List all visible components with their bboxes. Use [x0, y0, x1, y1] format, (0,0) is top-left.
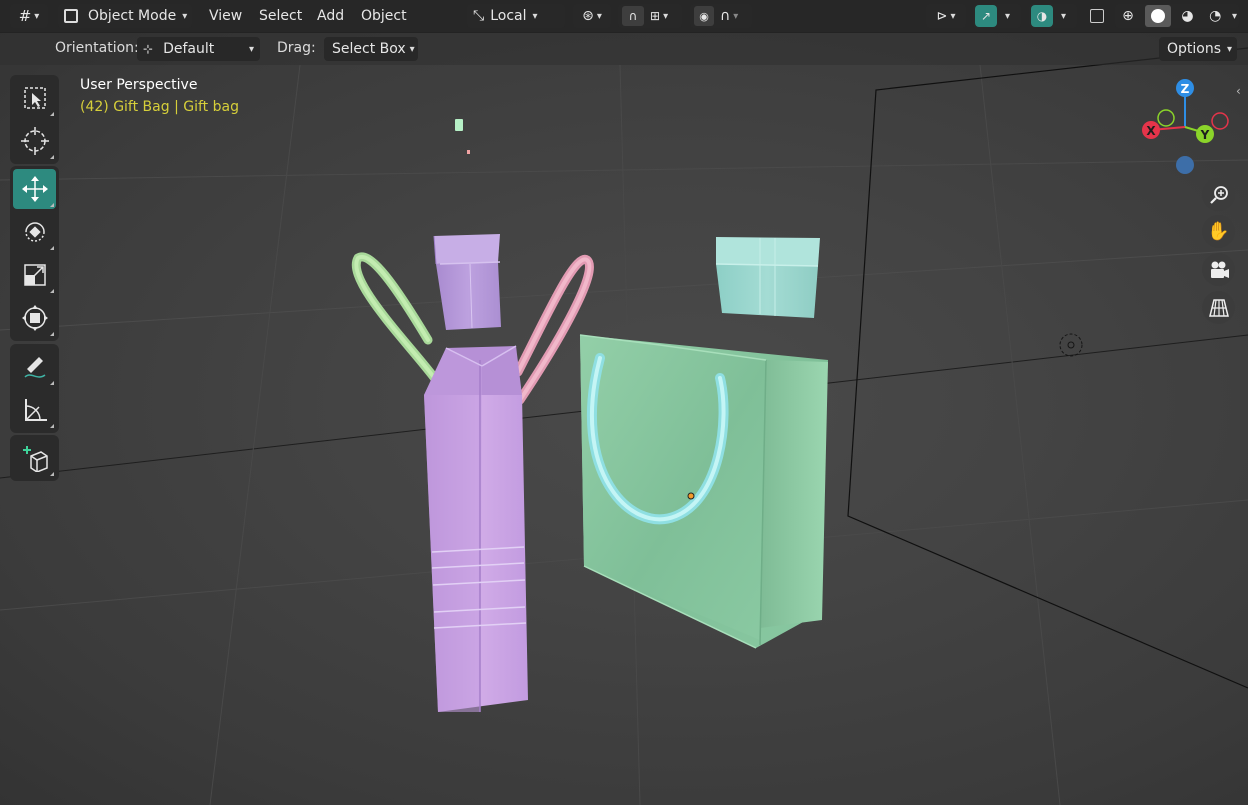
- object-origin: [687, 492, 695, 500]
- add-cube-icon: [22, 446, 48, 472]
- tool-scale[interactable]: [13, 255, 56, 295]
- neg-z-axis-icon[interactable]: [1176, 156, 1194, 174]
- local-axes-icon: ⤡: [473, 8, 485, 24]
- mode-selector[interactable]: Object Mode ▾: [58, 4, 192, 28]
- x-axis-label: X: [1146, 124, 1156, 138]
- wireframe-shading-icon[interactable]: ⊕: [1117, 6, 1139, 26]
- drag-label: Drag:: [277, 40, 316, 56]
- xray-icon[interactable]: [1085, 4, 1109, 28]
- pan-hand-icon: ✋: [1207, 221, 1230, 242]
- options-dropdown[interactable]: Options ▾: [1159, 37, 1237, 61]
- tool-transform[interactable]: [13, 298, 56, 338]
- transform-icon: [21, 305, 48, 331]
- view-name: User Perspective: [80, 77, 198, 93]
- menu-select[interactable]: Select: [253, 4, 308, 28]
- overlays-group[interactable]: ◑ ▾: [1029, 4, 1077, 28]
- toolbar-group-annotate: [10, 344, 59, 433]
- select-box-icon: [23, 87, 46, 109]
- tool-annotate[interactable]: [13, 347, 56, 387]
- snap-increment-icon[interactable]: ⊞: [650, 9, 660, 23]
- ortho-toggle-button[interactable]: [1202, 291, 1235, 324]
- rotate-icon: [24, 222, 45, 242]
- pan-button[interactable]: ✋: [1202, 215, 1235, 248]
- orientation-label: Orientation:: [55, 40, 139, 56]
- tool-add-cube[interactable]: [13, 438, 56, 478]
- gizmo-toggle-icon[interactable]: ↗: [975, 5, 997, 27]
- tool-rotate[interactable]: [13, 212, 56, 252]
- neg-x-axis-icon[interactable]: [1211, 112, 1229, 130]
- proportional-editing-icon[interactable]: ◉: [694, 6, 714, 26]
- selectability-dropdown[interactable]: ⊳ ▾: [926, 4, 966, 28]
- tool-settings-bar: Orientation: ⊹ Default ▾ Drag: Select Bo…: [0, 33, 1248, 65]
- drag-dropdown[interactable]: Select Box ▾: [324, 37, 418, 61]
- z-axis-icon[interactable]: Z: [1176, 79, 1194, 97]
- drag-value: Select Box: [332, 41, 406, 57]
- light-gizmo[interactable]: [1059, 333, 1083, 357]
- ortho-grid-icon: [1208, 298, 1229, 317]
- neg-y-axis-icon[interactable]: [1157, 109, 1175, 127]
- menu-view[interactable]: View: [203, 4, 248, 28]
- selectability-icon: ⊳: [936, 8, 948, 24]
- falloff-curve-icon[interactable]: ∩: [720, 8, 730, 24]
- viewport-header: # ▾ Object Mode ▾ View Select Add Object …: [0, 0, 1248, 33]
- camera-view-icon: [1210, 261, 1229, 278]
- small-marker-objects: [455, 119, 470, 154]
- purple-gift-bag[interactable]: [424, 345, 528, 712]
- object-info: (42) Gift Bag | Gift bag: [80, 99, 239, 115]
- menu-object[interactable]: Object: [355, 4, 413, 28]
- editor-type-button[interactable]: # ▾: [10, 4, 48, 28]
- overlays-icon[interactable]: ◑: [1031, 5, 1053, 27]
- purple-gift-box[interactable]: [433, 234, 501, 330]
- tool-measure[interactable]: [13, 390, 56, 430]
- grid-axes-icon: #: [18, 7, 32, 25]
- tool-select-box[interactable]: [13, 78, 56, 118]
- sidebar-toggle-icon[interactable]: ‹: [1236, 84, 1241, 98]
- annotate-icon: [23, 357, 45, 378]
- menu-add[interactable]: Add: [311, 4, 350, 28]
- snap-group[interactable]: ∩ ⊞ ▾: [618, 4, 682, 28]
- scale-icon: [23, 264, 46, 286]
- transform-orientation-label: Local: [490, 8, 527, 24]
- camera-view-button[interactable]: [1202, 253, 1235, 286]
- mode-label: Object Mode: [88, 8, 177, 24]
- rendered-shading-icon[interactable]: ◔: [1204, 6, 1226, 26]
- material-preview-icon[interactable]: ◕: [1176, 6, 1198, 26]
- pivot-point-dropdown[interactable]: ⊛ ▾: [573, 4, 611, 28]
- solid-shading-icon[interactable]: [1144, 5, 1171, 27]
- y-axis-icon[interactable]: Y: [1196, 125, 1214, 143]
- toolbar-group-select: [10, 75, 59, 164]
- zoom-icon: [1209, 185, 1228, 204]
- proportional-editing-group[interactable]: ◉ ∩ ▾: [690, 4, 752, 28]
- x-axis-icon[interactable]: X: [1142, 121, 1160, 139]
- toolbar-group-add: [10, 435, 59, 481]
- tool-move[interactable]: [13, 169, 56, 209]
- gizmo-toggle-group[interactable]: ↗ ▾: [973, 4, 1021, 28]
- tool-cursor[interactable]: [13, 121, 56, 161]
- scene-canvas[interactable]: [0, 0, 1248, 805]
- toolbar-group-transform: [10, 166, 59, 341]
- zoom-button[interactable]: [1202, 178, 1235, 211]
- measure-icon: [24, 399, 47, 421]
- orientation-axes-icon: ⊹: [143, 42, 154, 56]
- object-mode-icon: [64, 9, 78, 23]
- cursor-icon: [20, 127, 49, 155]
- z-axis-label: Z: [1181, 82, 1190, 96]
- move-icon: [21, 176, 48, 202]
- shading-mode-group[interactable]: ⊕ ◕ ◔ ▾: [1115, 4, 1239, 28]
- transform-orientation-dropdown[interactable]: ⤡ Local ▾: [467, 4, 565, 28]
- options-label: Options: [1167, 41, 1222, 57]
- orientation-dropdown[interactable]: ⊹ Default ▾: [137, 37, 260, 61]
- magnet-icon[interactable]: ∩: [622, 6, 644, 26]
- pivot-point-icon: ⊛: [582, 8, 594, 24]
- navigation-gizmo[interactable]: Z X Y: [1130, 72, 1240, 182]
- cyan-gift-box[interactable]: [715, 237, 820, 318]
- orientation-value: Default: [163, 41, 215, 57]
- 3d-viewport[interactable]: # ▾ Object Mode ▾ View Select Add Object …: [0, 0, 1248, 805]
- y-axis-label: Y: [1200, 128, 1210, 142]
